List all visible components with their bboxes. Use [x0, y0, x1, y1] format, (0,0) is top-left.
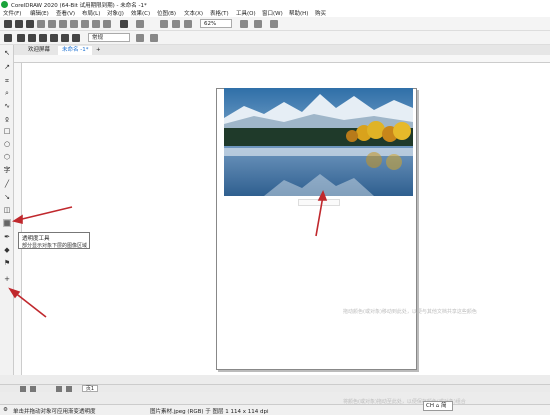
menu-object[interactable]: 对象(J)	[107, 9, 124, 17]
page-tab-1[interactable]: 页1	[82, 385, 98, 392]
document-tabs: 欢迎屏幕 未命名 -1* +	[0, 45, 550, 55]
menu-text[interactable]: 文本(X)	[184, 9, 203, 17]
full-screen-icon[interactable]	[172, 20, 180, 28]
ellipse-icon[interactable]: ○	[3, 140, 11, 148]
menu-tools[interactable]: 工具(O)	[236, 9, 256, 17]
zoom-icon[interactable]: ⌕	[3, 89, 11, 97]
ime-indicator[interactable]: CH ⌂ 简	[423, 401, 453, 411]
menu-effects[interactable]: 效果(C)	[131, 9, 150, 17]
freeze-icon[interactable]	[136, 34, 144, 42]
polygon-icon[interactable]: ⬡	[3, 153, 11, 161]
menu-layout[interactable]: 布局(L)	[82, 9, 100, 17]
window-title: CorelDRAW 2020 (64-Bit 试用期限到期) - 未命名 -1*	[11, 3, 147, 9]
snap-to-icon[interactable]	[240, 20, 248, 28]
status-hint-icon: ⚙	[3, 407, 8, 413]
first-page-icon[interactable]	[20, 386, 26, 392]
tab-document[interactable]: 未命名 -1*	[58, 46, 93, 55]
publish-icon[interactable]	[103, 20, 111, 28]
shadow-icon[interactable]: ◫	[3, 206, 11, 214]
add-tool-icon[interactable]: +	[3, 275, 11, 283]
transparency-handle[interactable]	[298, 199, 340, 206]
menu-table[interactable]: 表格(T)	[210, 9, 229, 17]
two-color-pattern-icon[interactable]	[72, 34, 80, 42]
open-icon[interactable]	[15, 20, 23, 28]
eyedropper-icon[interactable]: ✒	[3, 233, 11, 241]
freehand-icon[interactable]: ∿	[3, 102, 11, 110]
print-icon[interactable]	[37, 20, 45, 28]
corel-logo-icon	[1, 1, 8, 8]
paste-icon[interactable]	[70, 20, 78, 28]
merge-mode-select[interactable]: 常规	[88, 33, 130, 42]
prev-page-icon[interactable]	[30, 386, 36, 392]
vector-pattern-icon[interactable]	[50, 34, 58, 42]
menu-bitmaps[interactable]: 位图(B)	[157, 9, 176, 17]
artistic-media-icon[interactable]: ჲ	[3, 115, 11, 123]
tooltip-title: 透明度工具	[22, 236, 50, 242]
transparency-tool-tooltip: 透明度工具 部分显示对象下层的图像区域	[18, 232, 90, 249]
shape-tool-icon[interactable]: ↗	[3, 63, 11, 71]
color-docker-hint: 拖动颜色(或对象)移动到此处，以便与其他文档共享这些颜色	[343, 309, 477, 315]
menu-window[interactable]: 窗口(W)	[262, 9, 283, 17]
status-bar: ⚙ 单击并拖动对象可应用渐变透明度 图片素材.jpeg (RGB) 于 图层 1…	[0, 404, 550, 415]
menu-buy[interactable]: 购买	[315, 9, 326, 17]
interactive-fill-icon[interactable]: ◆	[3, 246, 11, 254]
bitmap-pattern-icon[interactable]	[61, 34, 69, 42]
status-object-info: 图片素材.jpeg (RGB) 于 图层 1 114 x 114 dpi	[150, 409, 269, 415]
title-bar: CorelDRAW 2020 (64-Bit 试用期限到期) - 未命名 -1*	[0, 0, 550, 9]
menu-help[interactable]: 帮助(H)	[289, 9, 308, 17]
zoom-in-icon[interactable]	[184, 20, 192, 28]
no-transparency-icon[interactable]	[17, 34, 25, 42]
redo-icon[interactable]	[136, 20, 144, 28]
launch-icon[interactable]	[270, 20, 278, 28]
save-icon[interactable]	[26, 20, 34, 28]
last-page-icon[interactable]	[66, 386, 72, 392]
text-icon[interactable]: 字	[3, 166, 11, 174]
fountain-transparency-icon[interactable]	[39, 34, 47, 42]
menu-view[interactable]: 查看(V)	[56, 9, 75, 17]
tab-welcome[interactable]: 欢迎屏幕	[24, 46, 54, 55]
transparency-icon[interactable]: ▦	[3, 219, 11, 227]
menu-bar: 文件(F) 编辑(E) 查看(V) 布局(L) 对象(J) 效果(C) 位图(B…	[0, 9, 550, 17]
standard-toolbar: 62%	[0, 17, 550, 31]
new-icon[interactable]	[4, 20, 12, 28]
status-hint: 单击并拖动对象可应用渐变透明度	[13, 409, 96, 415]
vertical-ruler[interactable]	[14, 63, 22, 375]
cut-icon[interactable]	[48, 20, 56, 28]
menu-file[interactable]: 文件(F)	[3, 9, 21, 17]
undo-icon[interactable]	[120, 20, 128, 28]
toolbox: ↖ ↗ ⌗ ⌕ ∿ ჲ □ ○ ⬡ 字 ╱ ↘ ◫ ▦ ✒ ◆ ⚑ +	[0, 45, 14, 375]
search-content-icon[interactable]	[160, 20, 168, 28]
connector-icon[interactable]: ↘	[3, 193, 11, 201]
pick-tool-icon[interactable]: ↖	[3, 49, 11, 57]
options-icon[interactable]	[254, 20, 262, 28]
landscape-image[interactable]	[224, 88, 413, 196]
tooltip-description: 部分显示对象下层的图像区域	[22, 243, 88, 249]
parallel-dimension-icon[interactable]: ╱	[3, 180, 11, 188]
smart-fill-icon[interactable]: ⚑	[3, 259, 11, 267]
add-icon[interactable]	[150, 34, 158, 42]
add-tab-button[interactable]: +	[92, 46, 105, 55]
import-icon[interactable]	[81, 20, 89, 28]
crop-icon[interactable]: ⌗	[3, 77, 11, 85]
uniform-transparency-icon[interactable]	[28, 34, 36, 42]
zoom-level-select[interactable]: 62%	[200, 19, 232, 28]
transparency-mode-icon[interactable]	[4, 34, 12, 42]
next-page-icon[interactable]	[56, 386, 62, 392]
export-icon[interactable]	[92, 20, 100, 28]
horizontal-ruler[interactable]	[14, 55, 550, 63]
rectangle-icon[interactable]: □	[3, 127, 11, 135]
copy-icon[interactable]	[59, 20, 67, 28]
property-bar: 常规	[0, 31, 550, 45]
menu-edit[interactable]: 编辑(E)	[30, 9, 49, 17]
